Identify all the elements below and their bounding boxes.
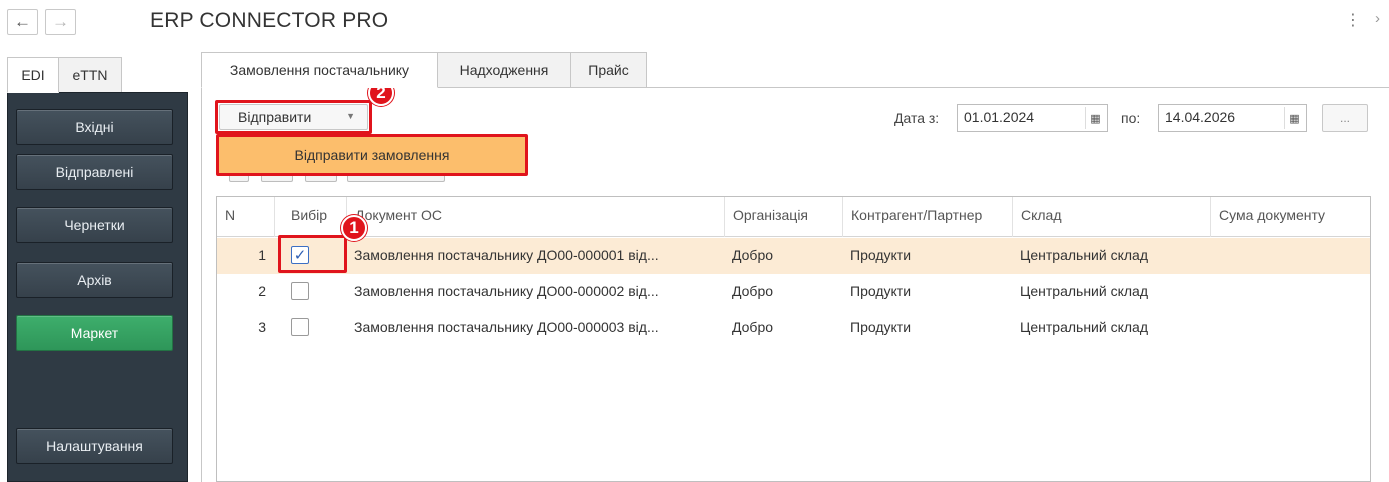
chevron-right-icon[interactable]: › [1375, 10, 1380, 27]
sidebar-item-market[interactable]: Маркет [16, 315, 173, 351]
app-title: ERP CONNECTOR PRO [150, 9, 389, 32]
highlight-frame-checkbox [278, 235, 347, 273]
date-to-field[interactable]: 14.04.2026 ▦ [1158, 104, 1307, 132]
table-header: N Вибір Документ ОС Організація Контраге… [217, 197, 1370, 237]
sidebar-item-archive[interactable]: Архів [16, 262, 173, 298]
highlight-frame-send [215, 100, 372, 134]
sidebar-item-drafts[interactable]: Чернетки [16, 207, 173, 243]
highlight-frame-menu [216, 134, 528, 176]
partner-cell: Продукти [850, 283, 912, 299]
date-to-label: по: [1121, 110, 1141, 126]
more-menu-icon[interactable]: ⋮ [1345, 10, 1361, 30]
organization-cell: Добро [732, 283, 774, 299]
warehouse-cell: Центральний склад [1020, 247, 1148, 263]
sum-cell [1210, 310, 1370, 346]
tab-edi[interactable]: EDI [7, 57, 59, 93]
column-header-organization[interactable]: Організація [724, 197, 842, 237]
table-row[interactable]: 2 Замовлення постачальнику ДО00-000002 в… [217, 274, 1370, 310]
calendar-icon[interactable]: ▦ [1085, 107, 1105, 129]
row-number: 1 [258, 247, 266, 263]
table-row[interactable]: 3 Замовлення постачальнику ДО00-000003 в… [217, 310, 1370, 346]
tab-receipts[interactable]: Надходження [437, 52, 571, 88]
column-header-partner[interactable]: Контрагент/Партнер [842, 197, 1012, 237]
arrow-left-icon: ← [14, 12, 31, 31]
date-from-field[interactable]: 01.01.2024 ▦ [957, 104, 1108, 132]
sum-cell [1210, 238, 1370, 274]
calendar-icon[interactable]: ▦ [1284, 107, 1304, 129]
step-badge-1: 1 [341, 215, 367, 241]
column-header-document[interactable]: Документ ОС [346, 197, 724, 237]
sum-cell [1210, 274, 1370, 310]
documents-table: N Вибір Документ ОС Організація Контраге… [216, 196, 1371, 482]
column-header-select[interactable]: Вибір [274, 197, 346, 237]
tab-ettn[interactable]: eTTN [58, 57, 122, 93]
column-header-n[interactable]: N [217, 197, 274, 237]
settings-button[interactable]: Налаштування [16, 428, 173, 464]
column-header-warehouse[interactable]: Склад [1012, 197, 1210, 237]
row-number: 3 [258, 319, 266, 335]
organization-cell: Добро [732, 247, 774, 263]
tab-price[interactable]: Прайс [570, 52, 647, 88]
column-header-sum[interactable]: Сума документу [1210, 197, 1370, 237]
row-checkbox[interactable] [291, 282, 309, 300]
tab-supplier-orders[interactable]: Замовлення постачальнику [201, 52, 438, 88]
period-select-button[interactable]: ... [1322, 104, 1368, 132]
sidebar-item-sent[interactable]: Відправлені [16, 154, 173, 190]
forward-button[interactable]: → [45, 9, 76, 35]
document-cell: Замовлення постачальнику ДО00-000003 від… [354, 319, 659, 335]
sidebar-item-incoming[interactable]: Вхідні [16, 109, 173, 145]
date-to-value: 14.04.2026 [1165, 109, 1236, 125]
back-button[interactable]: ← [7, 9, 38, 35]
document-cell: Замовлення постачальнику ДО00-000001 від… [354, 247, 659, 263]
date-from-value: 01.01.2024 [964, 109, 1035, 125]
warehouse-cell: Центральний склад [1020, 319, 1148, 335]
row-checkbox[interactable] [291, 318, 309, 336]
sidebar: Вхідні Відправлені Чернетки Архів Маркет… [7, 92, 188, 482]
organization-cell: Добро [732, 319, 774, 335]
partner-cell: Продукти [850, 319, 912, 335]
warehouse-cell: Центральний склад [1020, 283, 1148, 299]
document-cell: Замовлення постачальнику ДО00-000002 від… [354, 283, 659, 299]
arrow-right-icon: → [52, 12, 69, 31]
date-from-label: Дата з: [894, 110, 940, 126]
partner-cell: Продукти [850, 247, 912, 263]
row-number: 2 [258, 283, 266, 299]
table-row[interactable]: 1 ✓ Замовлення постачальнику ДО00-000001… [217, 238, 1370, 274]
